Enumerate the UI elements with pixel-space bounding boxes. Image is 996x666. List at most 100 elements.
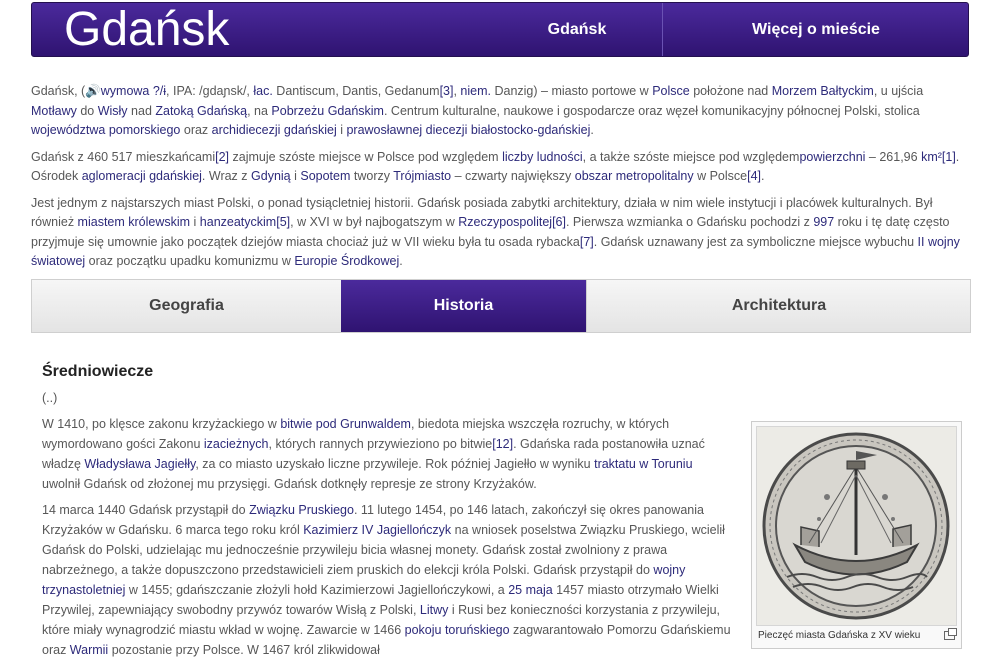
- text-run: do: [76, 103, 98, 118]
- section-body: W 1410, po klęsce zakonu krzyżackiego w …: [42, 414, 732, 666]
- inline-link[interactable]: archidiecezji gdańskiej: [212, 123, 337, 137]
- text-run: , których rannych przywieziono po bitwie: [268, 437, 493, 451]
- text-run: , w XVI w był najbogatszym w: [290, 215, 459, 229]
- text-run: w 1455; gdańszczanie złożyli hołd Kazimi…: [125, 583, 509, 597]
- inline-link[interactable]: Gdynią: [251, 169, 291, 183]
- inline-link[interactable]: Władysława Jagiełły: [84, 457, 195, 471]
- inline-link[interactable]: Zatoką Gdańską: [155, 104, 247, 118]
- tab-geografia[interactable]: Geografia: [32, 280, 342, 332]
- text-run: nad: [127, 103, 156, 118]
- intro-paragraph-3: Jest jednym z najstarszych miast Polski,…: [31, 194, 969, 272]
- text-run: i: [190, 215, 200, 229]
- section-tabs: Geografia Historia Architektura: [31, 279, 971, 333]
- seal-figure: Pieczęć miasta Gdańska z XV wieku: [751, 421, 962, 649]
- text-run: , na: [247, 103, 272, 118]
- inline-link[interactable]: Sopotem: [300, 169, 350, 183]
- inline-link[interactable]: izacieżnych: [204, 437, 269, 451]
- inline-link[interactable]: aglomeracji gdańskiej: [82, 169, 202, 183]
- inline-link[interactable]: km²: [921, 150, 942, 164]
- text-run: Gdańsk z 460 517 mieszkańcami: [31, 149, 216, 164]
- text-run: i: [290, 169, 301, 183]
- text-run: , IPA: /gdaɲsk/,: [166, 84, 254, 98]
- text-run: , za co miasto uzyskało liczne przywilej…: [195, 457, 595, 471]
- text-run: – 261,96: [865, 149, 922, 164]
- inline-link[interactable]: Rzeczypospolitej: [458, 215, 552, 229]
- inline-link[interactable]: Wisły: [98, 104, 128, 118]
- intro-paragraph-1: Gdańsk, (🔊wymowa ?/ɨ, IPA: /gdaɲsk/, łac…: [31, 82, 969, 141]
- inline-link[interactable]: miastem królewskim: [78, 215, 191, 229]
- text-run: Gdańsk, (: [31, 84, 86, 98]
- inline-link[interactable]: [1]: [942, 150, 956, 164]
- inline-link[interactable]: Warmii: [70, 643, 108, 657]
- inline-link[interactable]: liczby ludności: [502, 150, 583, 164]
- inline-link[interactable]: obszar metropolitalny: [575, 169, 694, 183]
- text-run: W 1410, po klęsce zakonu krzyżackiego w: [42, 417, 281, 431]
- inline-link[interactable]: hanzeatyckim: [200, 215, 276, 229]
- text-run: .: [399, 254, 403, 268]
- inline-link[interactable]: [5]: [276, 215, 290, 229]
- inline-link[interactable]: traktatu w Toruniu: [594, 457, 692, 471]
- inline-link[interactable]: powierzchni: [799, 150, 865, 164]
- text-run: pozostanie przy Polsce. W 1467 król zlik…: [108, 643, 380, 657]
- intro-paragraph-2: Gdańsk z 460 517 mieszkańcami[2] zajmuje…: [31, 148, 969, 187]
- inline-link[interactable]: Pobrzeżu Gdańskim: [271, 104, 384, 118]
- tab-architektura[interactable]: Architektura: [586, 280, 971, 332]
- section-title: Średniowiecze: [42, 363, 154, 380]
- text-run: w Polsce: [693, 169, 748, 183]
- inline-link[interactable]: [2]: [215, 150, 229, 164]
- text-run: . Pierwsza wzmianka o Gdańsku pochodzi z: [565, 215, 814, 229]
- inline-link[interactable]: Związku Pruskiego: [249, 503, 354, 517]
- seal-illustration: [757, 427, 956, 625]
- text-run: . Centrum kulturalne, naukowe i gospodar…: [383, 103, 920, 118]
- inline-link[interactable]: [3]: [440, 84, 454, 98]
- section-paragraph-1: W 1410, po klęsce zakonu krzyżackiego w …: [42, 414, 732, 494]
- text-run: Danzig) – miasto portowe w: [491, 84, 653, 98]
- text-run: – czwarty największy: [451, 169, 575, 183]
- inline-link[interactable]: prawosławnej diecezji białostocko-gdańsk…: [346, 123, 590, 137]
- inline-link[interactable]: Europie Środkowej: [294, 254, 399, 268]
- site-header: Gdańsk Gdańsk Więcej o mieście: [31, 2, 969, 57]
- inline-link[interactable]: Kazimierz IV Jagiellończyk: [303, 523, 451, 537]
- inline-link[interactable]: [12]: [492, 437, 513, 451]
- inline-link[interactable]: bitwie pod Grunwaldem: [280, 417, 411, 431]
- inline-link[interactable]: 25 maja: [508, 583, 552, 597]
- nav-more-about-city[interactable]: Więcej o mieście: [663, 3, 969, 56]
- text-run: oraz początku upadku komunizmu w: [85, 254, 295, 268]
- enlarge-icon[interactable]: [944, 628, 957, 640]
- text-run: oraz: [180, 123, 212, 137]
- section-ellipsis: (..): [42, 391, 58, 405]
- text-run: zajmuje szóste miejsce w Polsce pod wzgl…: [229, 149, 503, 164]
- inline-link[interactable]: Motławy: [31, 104, 77, 118]
- figure-caption: Pieczęć miasta Gdańska z XV wieku: [758, 630, 921, 641]
- seal-image[interactable]: [756, 426, 957, 626]
- inline-link[interactable]: województwa pomorskiego: [31, 123, 180, 137]
- site-title[interactable]: Gdańsk: [64, 3, 229, 57]
- inline-link[interactable]: niem.: [460, 84, 491, 98]
- inline-link[interactable]: 997: [813, 215, 834, 229]
- inline-link[interactable]: [4]: [747, 169, 761, 183]
- section-paragraph-2: 14 marca 1440 Gdańsk przystąpił do Związ…: [42, 500, 732, 660]
- text-run: uwolnił Gdańsk od złożonej mu przysięgi.…: [42, 477, 537, 491]
- text-run: , u ujścia: [873, 84, 924, 98]
- text-run: .: [761, 169, 765, 183]
- inline-link[interactable]: Litwy: [420, 603, 448, 617]
- tab-historia[interactable]: Historia: [341, 280, 586, 332]
- inline-link[interactable]: Morzem Bałtyckim: [772, 84, 874, 98]
- inline-link[interactable]: [6]: [552, 215, 566, 229]
- text-run: 14 marca 1440 Gdańsk przystąpił do: [42, 503, 250, 517]
- text-run: i: [336, 123, 347, 137]
- inline-link[interactable]: 🔊wymowa ?/ɨ: [85, 84, 166, 98]
- nav-gdansk[interactable]: Gdańsk: [492, 3, 663, 56]
- inline-link[interactable]: pokoju toruńskiego: [405, 623, 510, 637]
- text-run: położone nad: [689, 84, 772, 98]
- text-run: Dantiscum, Dantis, Gedanum: [272, 84, 440, 98]
- text-run: , a także szóste miejsce pod względem: [582, 149, 800, 164]
- intro-section: Gdańsk, (🔊wymowa ?/ɨ, IPA: /gdaɲsk/, łac…: [31, 82, 969, 279]
- inline-link[interactable]: łac.: [253, 84, 272, 98]
- inline-link[interactable]: Polsce: [652, 84, 690, 98]
- inline-link[interactable]: Trójmiasto: [393, 169, 451, 183]
- text-run: .: [590, 123, 594, 137]
- inline-link[interactable]: [7]: [580, 235, 594, 249]
- text-run: . Gdańsk uznawany jest za symboliczne mi…: [593, 234, 918, 249]
- text-run: . Wraz z: [201, 169, 252, 183]
